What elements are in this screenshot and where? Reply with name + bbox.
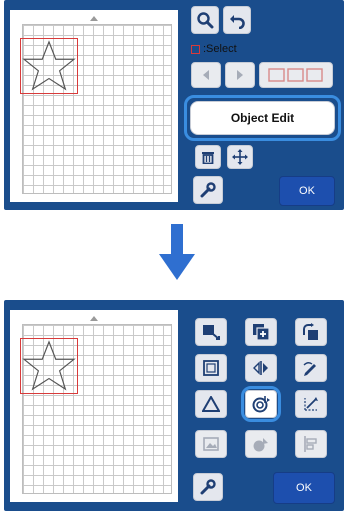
fill-button[interactable] (245, 430, 277, 458)
outline-button[interactable] (245, 390, 277, 418)
duplicate-button[interactable] (245, 318, 277, 346)
undo-button[interactable] (223, 6, 251, 34)
zoom-icon (197, 12, 214, 29)
select-label-text: :Select (203, 43, 237, 55)
select-all-icon (268, 68, 323, 82)
resize-button[interactable] (195, 318, 227, 346)
image-icon (203, 437, 219, 451)
rotate-button[interactable] (295, 318, 327, 346)
top-screen: :Select Object Edit OK (4, 0, 344, 210)
delete-button[interactable] (195, 145, 221, 169)
cutting-mat-bottom (10, 310, 178, 502)
edit-button[interactable] (295, 354, 327, 382)
prev-arrow-icon (203, 70, 209, 80)
align-icon (304, 436, 317, 452)
ok-button-top[interactable]: OK (279, 176, 335, 206)
outline-icon (252, 396, 270, 413)
mat-notch (90, 316, 98, 321)
frame-icon (203, 360, 219, 376)
prev-object-button[interactable] (191, 62, 221, 88)
wrench-icon (200, 479, 216, 495)
bottom-screen: OK (4, 300, 344, 511)
select-all-button[interactable] (259, 62, 333, 88)
object-edit-button[interactable]: Object Edit (190, 101, 335, 135)
star-shape-icon (22, 40, 76, 91)
align-button[interactable] (295, 430, 327, 458)
ok-label-top: OK (299, 185, 315, 197)
distance-button[interactable] (295, 390, 327, 418)
star-shape-icon (22, 340, 76, 391)
cutting-mat-top (10, 10, 178, 202)
next-object-button[interactable] (225, 62, 255, 88)
select-square-icon (191, 44, 200, 54)
ok-button-bottom[interactable]: OK (273, 472, 335, 504)
zoom-button[interactable] (191, 6, 219, 34)
fill-icon (253, 438, 268, 452)
star-object-selected[interactable] (20, 338, 78, 394)
shape-icon (202, 396, 220, 412)
distance-icon (304, 397, 318, 411)
duplicate-icon (253, 324, 270, 341)
next-arrow-icon (237, 70, 243, 80)
mirror-icon (253, 361, 268, 375)
wrench-icon (200, 182, 216, 198)
ok-label-bottom: OK (296, 482, 312, 494)
move-icon (232, 149, 248, 165)
edit-icon (303, 362, 316, 376)
down-arrow-icon (159, 224, 195, 280)
image-button[interactable] (195, 430, 227, 458)
mat-notch (90, 16, 98, 21)
trash-icon (202, 152, 214, 164)
select-mode-label: :Select (191, 43, 237, 55)
settings-button[interactable] (193, 473, 223, 501)
rotate-icon (303, 323, 318, 340)
object-edit-label: Object Edit (230, 111, 295, 125)
undo-icon (230, 15, 245, 29)
mirror-button[interactable] (245, 354, 277, 382)
move-button[interactable] (227, 145, 253, 169)
settings-button[interactable] (193, 176, 223, 204)
frame-button[interactable] (195, 354, 227, 382)
star-object-selected[interactable] (20, 38, 78, 94)
shape-button[interactable] (195, 390, 227, 418)
resize-icon (203, 325, 220, 340)
